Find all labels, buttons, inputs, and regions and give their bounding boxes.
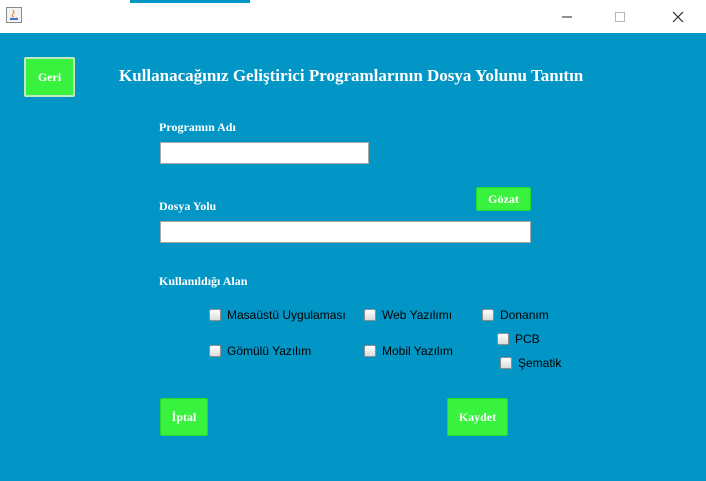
checkbox-hardware[interactable]: Donanım [482,308,549,322]
cancel-button[interactable]: İptal [160,398,208,436]
checkbox-box[interactable] [209,345,221,357]
file-path-input[interactable] [160,221,531,243]
usage-area-label: Kullanıldığı Alan [159,274,248,288]
checkbox-box[interactable] [364,345,376,357]
checkbox-mobile-software[interactable]: Mobil Yazılım [364,344,453,358]
checkbox-label: Mobil Yazılım [382,344,453,358]
checkbox-box[interactable] [500,357,512,369]
checkbox-label: Şematik [518,356,562,370]
checkbox-box[interactable] [482,309,494,321]
form-panel: Geri Kullanacağınız Geliştirici Programl… [0,33,706,481]
checkbox-label: PCB [515,332,540,346]
maximize-icon [615,11,625,22]
java-app-icon [6,7,22,23]
titlebar-accent [130,0,250,3]
maximize-button[interactable] [597,0,643,33]
checkbox-box[interactable] [364,309,376,321]
checkbox-label: Masaüstü Uygulaması [227,308,346,322]
program-name-input[interactable] [160,142,369,164]
browse-button[interactable]: Gözat [476,187,531,211]
checkbox-schematic[interactable]: Şematik [500,356,561,370]
checkbox-box[interactable] [209,309,221,321]
checkbox-box[interactable] [497,333,509,345]
page-title: Kullanacağınız Geliştirici Programlarını… [119,66,584,85]
back-button[interactable]: Geri [24,57,75,97]
checkbox-embedded-software[interactable]: Gömülü Yazılım [209,344,311,358]
checkbox-label: Web Yazılımı [382,308,453,322]
checkbox-label: Gömülü Yazılım [227,344,312,358]
program-name-label: Programın Adı [159,120,236,134]
minimize-button[interactable] [544,0,590,33]
checkbox-pcb[interactable]: PCB [497,332,540,346]
checkbox-web-software[interactable]: Web Yazılımı [364,308,452,322]
checkbox-desktop-app[interactable]: Masaüstü Uygulaması [209,308,346,322]
close-button[interactable] [655,0,701,33]
window-titlebar [0,0,706,33]
minimize-icon [562,16,572,17]
file-path-label: Dosya Yolu [159,199,217,213]
save-button[interactable]: Kaydet [447,398,508,436]
close-icon [672,11,684,22]
checkbox-label: Donanım [500,308,549,322]
